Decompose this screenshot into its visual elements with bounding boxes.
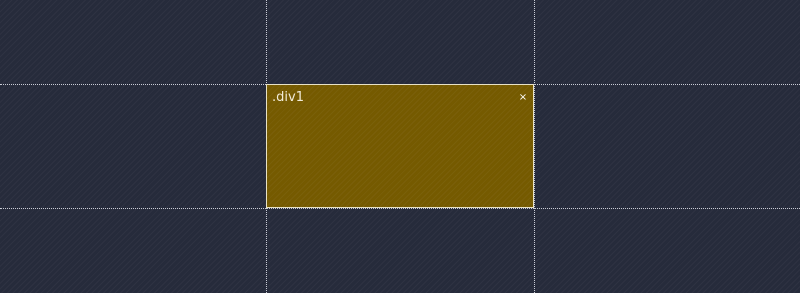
guide-line-right (534, 0, 535, 293)
close-icon[interactable]: × (518, 93, 528, 103)
guide-line-bottom (0, 208, 800, 209)
selected-element-box[interactable]: .div1 × (266, 84, 534, 208)
element-label: .div1 (272, 90, 304, 105)
